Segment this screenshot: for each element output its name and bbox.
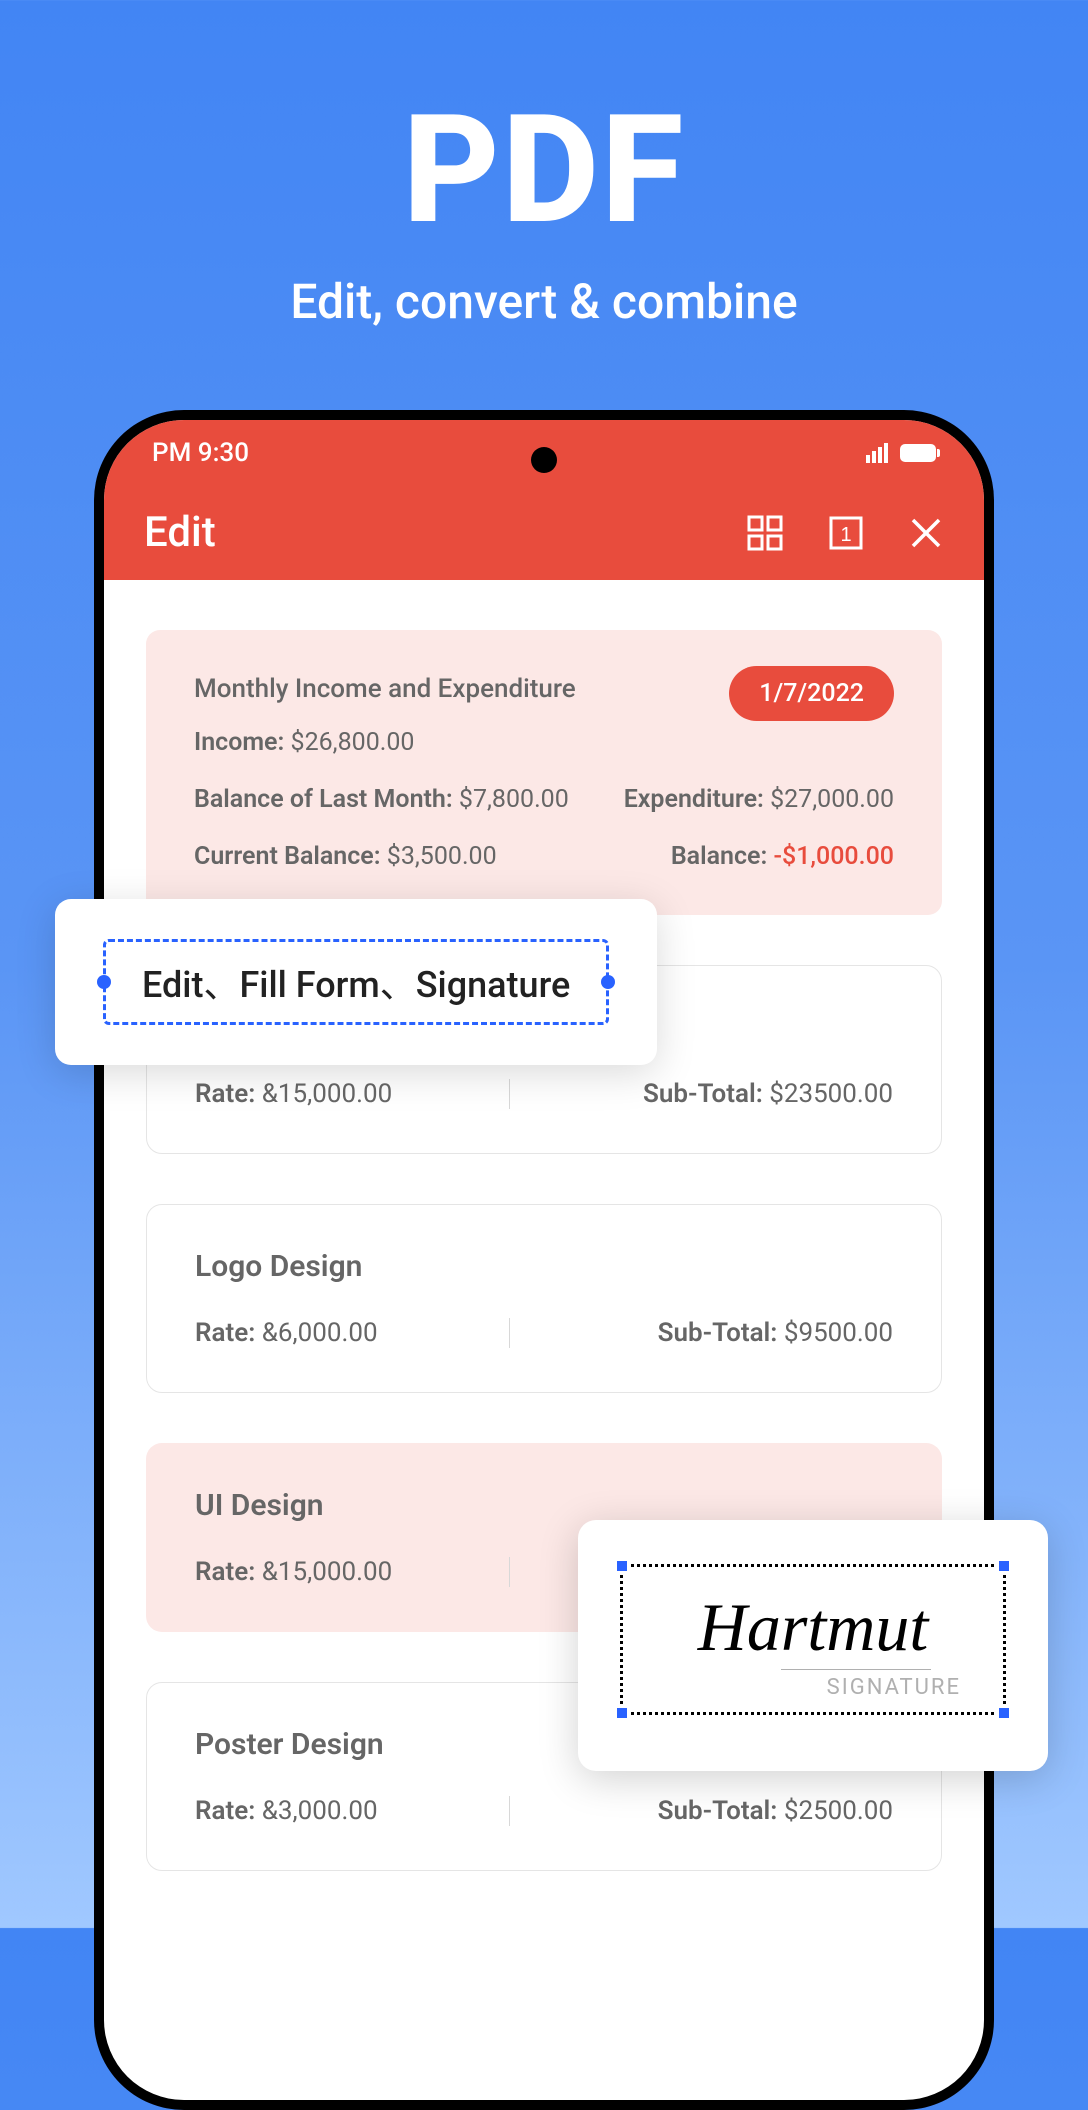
selection-handle-left[interactable] [97, 975, 111, 989]
resize-handle-bl[interactable] [615, 1706, 629, 1720]
selection-handle-right[interactable] [601, 975, 615, 989]
item-subtotal: Sub-Total: $9500.00 [544, 1318, 893, 1348]
item-rate: Rate: &6,000.00 [195, 1318, 544, 1348]
item-rate: Rate: &15,000.00 [195, 1557, 544, 1587]
battery-icon [900, 444, 936, 462]
grid-icon[interactable] [746, 514, 784, 552]
page-number-icon[interactable]: 1 [826, 513, 866, 553]
text-selection[interactable]: Edit、Fill Form、Signature [103, 939, 609, 1025]
signature-name: Hartmut [635, 1593, 991, 1661]
balance-last-item: Balance of Last Month: $7,800.00 [194, 785, 569, 814]
summary-card[interactable]: Monthly Income and Expenditure 1/7/2022 … [146, 630, 942, 915]
phone-frame: PM 9:30 Edit [94, 410, 994, 2110]
signature-label: SIGNATURE [635, 1669, 961, 1700]
item-subtotal: Sub-Total: $2500.00 [544, 1796, 893, 1826]
item-rate: Rate: &15,000.00 [195, 1079, 544, 1109]
phone-screen: PM 9:30 Edit [104, 420, 984, 2100]
app-header: Edit 1 [104, 485, 984, 580]
hero-subtitle: Edit, convert & combine [0, 273, 1088, 330]
balance-item: Balance: -$1,000.00 [671, 842, 894, 871]
svg-text:1: 1 [840, 524, 851, 546]
tooltip-text: Edit、Fill Form、Signature [142, 964, 570, 1006]
income-item: Income: $26,800.00 [194, 728, 414, 757]
status-icons [866, 443, 936, 463]
signature-selection[interactable]: Hartmut SIGNATURE [620, 1564, 1006, 1715]
current-balance-item: Current Balance: $3,500.00 [194, 842, 497, 871]
item-subtotal: Sub-Total: $23500.00 [544, 1079, 893, 1109]
resize-handle-tr[interactable] [997, 1559, 1011, 1573]
date-badge[interactable]: 1/7/2022 [729, 666, 894, 721]
resize-handle-tl[interactable] [615, 1559, 629, 1573]
resize-handle-br[interactable] [997, 1706, 1011, 1720]
status-time: PM 9:30 [152, 438, 249, 468]
signature-popup[interactable]: Hartmut SIGNATURE [578, 1520, 1048, 1771]
signal-icon [866, 443, 888, 463]
item-title: Logo Design [195, 1249, 893, 1284]
hero-title: PDF [0, 95, 1088, 245]
item-title: UI Design [195, 1488, 893, 1523]
close-icon[interactable] [908, 515, 944, 551]
camera-notch [531, 447, 557, 473]
expenditure-item: Expenditure: $27,000.00 [624, 785, 894, 814]
hero-section: PDF Edit, convert & combine [0, 0, 1088, 330]
item-rate: Rate: &3,000.00 [195, 1796, 544, 1826]
header-title: Edit [144, 508, 216, 557]
edit-tooltip[interactable]: Edit、Fill Form、Signature [55, 899, 657, 1065]
line-item-card[interactable]: Logo Design Rate: &6,000.00 Sub-Total: $… [146, 1204, 942, 1393]
